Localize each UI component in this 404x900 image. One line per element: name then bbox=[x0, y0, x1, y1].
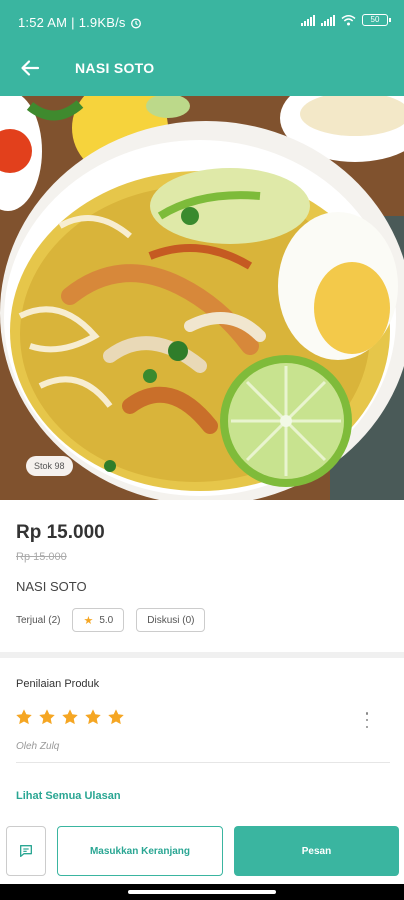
product-image bbox=[0, 96, 404, 500]
signal-icon bbox=[321, 14, 335, 26]
chat-icon bbox=[20, 845, 32, 857]
wifi-icon bbox=[341, 15, 356, 26]
star-icon bbox=[85, 709, 101, 725]
page-title: NASI SOTO bbox=[75, 60, 155, 76]
rating-chip[interactable]: ★ 5.0 bbox=[72, 608, 125, 632]
status-time: 1:52 AM bbox=[18, 15, 68, 30]
product-old-price: Rp 15.000 bbox=[16, 551, 67, 563]
section-divider bbox=[0, 652, 404, 658]
system-nav-bar bbox=[0, 884, 404, 900]
bottom-action-bar: Masukkan Keranjang Pesan bbox=[0, 818, 404, 884]
product-meta: Terjual (2) ★ 5.0 Diskusi (0) bbox=[16, 608, 206, 632]
discussion-label: Diskusi (0) bbox=[147, 614, 195, 626]
discussion-chip[interactable]: Diskusi (0) bbox=[136, 608, 206, 632]
signal-icon bbox=[301, 14, 315, 26]
status-left: 1:52 AM | 1.9KB/s bbox=[18, 15, 142, 30]
battery-icon: 50 bbox=[362, 14, 391, 26]
product-name: NASI SOTO bbox=[16, 579, 87, 594]
rating-value: 5.0 bbox=[99, 614, 114, 626]
home-gesture-bar[interactable] bbox=[128, 890, 276, 894]
star-icon bbox=[108, 709, 124, 725]
status-right: 50 bbox=[301, 14, 391, 26]
review-stars bbox=[15, 708, 125, 726]
arrow-left-icon[interactable] bbox=[18, 56, 42, 80]
reviewer-name: Oleh Zulq bbox=[16, 741, 60, 752]
star-icon bbox=[39, 709, 55, 725]
status-bar: 1:52 AM | 1.9KB/s 50 bbox=[0, 0, 404, 44]
alarm-icon bbox=[130, 18, 141, 28]
product-price: Rp 15.000 bbox=[16, 522, 105, 543]
more-options-icon[interactable] bbox=[362, 712, 372, 728]
chat-button[interactable] bbox=[6, 826, 46, 876]
sold-count: Terjual (2) bbox=[16, 614, 61, 626]
order-button[interactable]: Pesan bbox=[234, 826, 399, 876]
app-bar: NASI SOTO bbox=[0, 44, 404, 96]
stock-badge: Stok 98 bbox=[26, 456, 73, 476]
review-divider bbox=[16, 762, 390, 763]
star-icon: ★ bbox=[83, 614, 94, 627]
star-icon bbox=[16, 709, 32, 725]
soto-bowl-illustration bbox=[0, 96, 404, 500]
see-all-reviews-link[interactable]: Lihat Semua Ulasan bbox=[16, 790, 121, 802]
network-speed: 1.9KB/s bbox=[78, 15, 126, 30]
star-icon bbox=[62, 709, 78, 725]
add-to-cart-button[interactable]: Masukkan Keranjang bbox=[57, 826, 223, 876]
review-section-title: Penilaian Produk bbox=[16, 678, 100, 690]
